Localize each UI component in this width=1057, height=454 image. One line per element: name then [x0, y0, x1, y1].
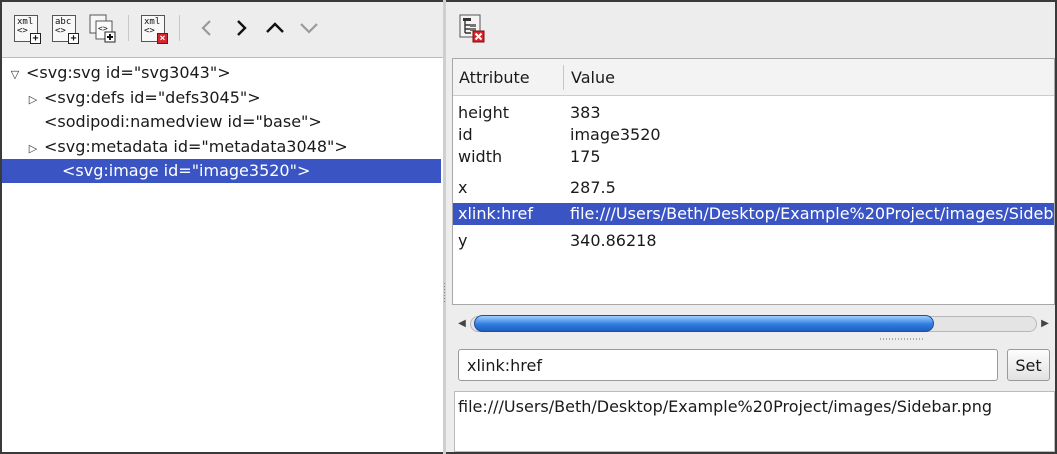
tree-node-defs[interactable]: ▷ <svg:defs id="defs3045">	[26, 86, 261, 110]
attribute-name: width	[458, 147, 503, 166]
pane-divider-grip[interactable]	[444, 283, 445, 303]
pane-divider[interactable]	[443, 0, 446, 454]
attribute-row[interactable]: y 340.86218	[453, 230, 1054, 252]
attribute-value-textarea[interactable]: file:///Users/Beth/Desktop/Example%20Pro…	[454, 391, 1055, 452]
unindent-node-button[interactable]	[190, 11, 224, 45]
delete-attribute-icon	[459, 14, 485, 43]
attribute-value: file:///Users/Beth/Desktop/Example%20Pro…	[570, 204, 1055, 223]
new-text-node-icon: abc <> +	[52, 14, 79, 44]
attribute-name-input[interactable]	[458, 349, 998, 381]
toolbar-separator	[128, 15, 129, 41]
chevron-left-icon	[201, 20, 211, 36]
delete-node-button[interactable]: xml <> ×	[139, 13, 168, 44]
tree-node-label: <svg:metadata id="metadata3048">	[44, 137, 348, 156]
delete-node-icon: xml <> ×	[141, 14, 168, 44]
duplicate-node-icon: <>	[89, 14, 116, 43]
duplicate-node-button[interactable]: <>	[88, 13, 116, 43]
attribute-row[interactable]: x 287.5	[453, 177, 1054, 199]
attribute-row[interactable]: id image3520	[453, 124, 1054, 146]
indent-node-button[interactable]	[224, 11, 258, 45]
tree-node-label: <sodipodi:namedview id="base">	[44, 112, 322, 131]
new-element-node-button[interactable]: xml <> +	[12, 13, 41, 44]
chevron-up-icon	[266, 22, 284, 33]
attribute-value: 383	[570, 103, 601, 122]
column-separator[interactable]	[563, 65, 564, 90]
attribute-row-selected[interactable]: xlink:href file:///Users/Beth/Desktop/Ex…	[453, 203, 1054, 225]
tree-node-label: <svg:image id="image3520">	[62, 161, 311, 180]
attribute-name: id	[458, 125, 473, 144]
scrollbar-thumb[interactable]	[474, 315, 934, 332]
tree-node-metadata[interactable]: ▷ <svg:metadata id="metadata3048">	[26, 135, 348, 159]
node-toolbar: xml <> + abc <> + <> xml <> ×	[0, 0, 444, 56]
tree-node-namedview[interactable]: <sodipodi:namedview id="base">	[44, 110, 322, 134]
delete-attribute-button[interactable]	[458, 13, 486, 43]
new-element-node-icon: xml <> +	[14, 14, 41, 44]
new-element-icon-label: xml	[17, 16, 34, 27]
attribute-table-header: Attribute Value	[453, 59, 1054, 96]
delete-icon-label: xml	[144, 16, 161, 27]
tree-node-label: <svg:defs id="defs3045">	[44, 88, 261, 107]
attribute-value: 287.5	[570, 178, 616, 197]
attribute-table-hscrollbar[interactable]: ◀ ▶	[452, 313, 1055, 333]
set-button[interactable]: Set	[1007, 349, 1050, 381]
chevron-right-icon	[237, 20, 247, 36]
tree-node-image[interactable]: <svg:image id="image3520">	[2, 159, 441, 183]
tree-node-svg-root[interactable]: ▽ <svg:svg id="svg3043">	[8, 61, 231, 85]
expander-open-icon[interactable]: ▽	[8, 63, 22, 87]
new-text-node-button[interactable]: abc <> +	[50, 13, 79, 44]
attribute-row[interactable]: height 383	[453, 102, 1054, 124]
scroll-right-arrow-icon[interactable]: ▶	[1037, 317, 1053, 331]
column-header-value[interactable]: Value	[571, 59, 615, 96]
attribute-row[interactable]: width 175	[453, 146, 1054, 168]
attribute-name: y	[458, 231, 468, 250]
scroll-left-arrow-icon[interactable]: ◀	[454, 317, 470, 331]
column-header-attribute[interactable]: Attribute	[459, 59, 530, 96]
expander-closed-icon[interactable]: ▷	[26, 137, 40, 161]
tree-node-label: <svg:svg id="svg3043">	[26, 63, 231, 82]
toolbar-separator	[179, 15, 180, 41]
lower-node-button[interactable]	[292, 11, 326, 45]
expander-closed-icon[interactable]: ▷	[26, 88, 40, 112]
paned-grip[interactable]	[880, 338, 924, 340]
chevron-down-icon	[300, 23, 318, 34]
attribute-value: 340.86218	[570, 231, 657, 250]
attribute-name: xlink:href	[458, 204, 533, 223]
attribute-name: x	[458, 178, 468, 197]
node-tree[interactable]: ▽ <svg:svg id="svg3043"> ▷ <svg:defs id="d…	[2, 57, 443, 452]
attribute-toolbar	[446, 0, 1055, 56]
raise-node-button[interactable]	[258, 11, 292, 45]
attribute-table[interactable]: Attribute Value height 383 id image3520 …	[452, 58, 1055, 305]
attribute-value: 175	[570, 147, 601, 166]
attribute-value: image3520	[570, 125, 661, 144]
new-text-icon-label: abc	[55, 16, 72, 27]
attribute-name: height	[458, 103, 509, 122]
